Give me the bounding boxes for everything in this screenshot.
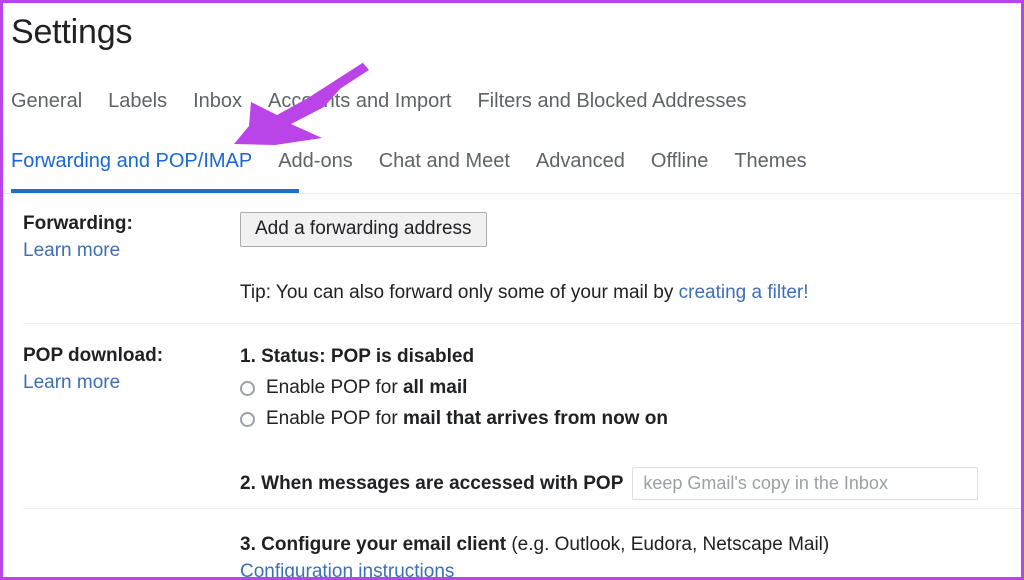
page-title: Settings [11,13,133,51]
add-forwarding-address-button[interactable]: Add a forwarding address [240,212,487,247]
pop-option-from-now-on-bold: mail that arrives from now on [402,408,668,429]
pop-step3-number: 3. [240,534,256,555]
pop-step2-number: 2. [240,472,256,494]
tab-accounts-and-import[interactable]: Accounts and Import [268,88,451,114]
forwarding-learn-more-link[interactable]: Learn more [23,237,233,265]
pop-download-label-column: POP download: Learn more [23,343,233,397]
tab-filters-and-blocked-addresses[interactable]: Filters and Blocked Addresses [477,88,746,114]
tab-labels[interactable]: Labels [108,88,167,114]
tab-offline[interactable]: Offline [651,148,708,174]
pop-option-all-mail-bold: all mail [402,377,468,398]
tab-general[interactable]: General [11,88,82,114]
pop-option-from-now-on[interactable]: Enable POP for mail that arrives from no… [240,405,668,433]
pop-status-line: 1. Status: POP is disabled [240,343,668,371]
pop-step-3: 3. Configure your email client (e.g. Out… [240,531,829,577]
creating-a-filter-link[interactable]: creating a filter! [679,282,809,303]
pop-option-all-mail[interactable]: Enable POP for all mail [240,374,668,402]
pop-download-label: POP download: [23,345,164,366]
radio-button-all-mail[interactable] [240,380,255,396]
forwarding-value-column: Add a forwarding address [240,212,487,247]
tab-add-ons[interactable]: Add-ons [278,148,353,174]
settings-tabs-row-1: General Labels Inbox Accounts and Import… [11,88,773,114]
pop-option-all-mail-prefix: Enable POP for [266,377,403,398]
forwarding-label: Forwarding: [23,213,133,234]
tab-advanced[interactable]: Advanced [536,148,625,174]
pop-step-2: 2. When messages are accessed with POP k… [240,467,979,500]
tab-inbox[interactable]: Inbox [193,88,242,114]
tab-forwarding-and-pop-imap[interactable]: Forwarding and POP/IMAP [11,148,252,174]
radio-button-from-now-on[interactable] [240,411,255,427]
forwarding-section-divider [23,323,1021,324]
pop-access-action-select[interactable]: keep Gmail's copy in the Inbox [632,467,979,500]
pop-status-prefix: 1. Status: [240,346,326,367]
forwarding-tip-text: Tip: You can also forward only some of y… [240,282,679,303]
pop-step3-line: 3. Configure your email client (e.g. Out… [240,531,829,559]
pop-step2-text: When messages are accessed with POP [261,472,624,494]
pop-step2-divider [23,508,1021,509]
forwarding-tip: Tip: You can also forward only some of y… [240,280,809,306]
settings-tabs-row-2: Forwarding and POP/IMAP Add-ons Chat and… [11,148,833,174]
configuration-instructions-link[interactable]: Configuration instructions [240,559,454,577]
pop-download-learn-more-link[interactable]: Learn more [23,369,233,397]
pop-download-value-column: 1. Status: POP is disabled Enable POP fo… [240,343,668,433]
pop-status-value: POP is disabled [330,346,475,367]
tab-themes[interactable]: Themes [734,148,806,174]
tab-chat-and-meet[interactable]: Chat and Meet [379,148,510,174]
pop-option-from-now-on-prefix: Enable POP for [266,408,403,429]
forwarding-label-column: Forwarding: Learn more [23,211,233,265]
pop-step3-bold: Configure your email client [261,534,507,555]
pop-step3-rest: (e.g. Outlook, Eudora, Netscape Mail) [506,534,830,555]
screenshot-frame: Settings General Labels Inbox Accounts a… [0,0,1024,580]
gmail-settings-page: Settings General Labels Inbox Accounts a… [3,3,1021,577]
tabs-divider [3,193,1021,194]
